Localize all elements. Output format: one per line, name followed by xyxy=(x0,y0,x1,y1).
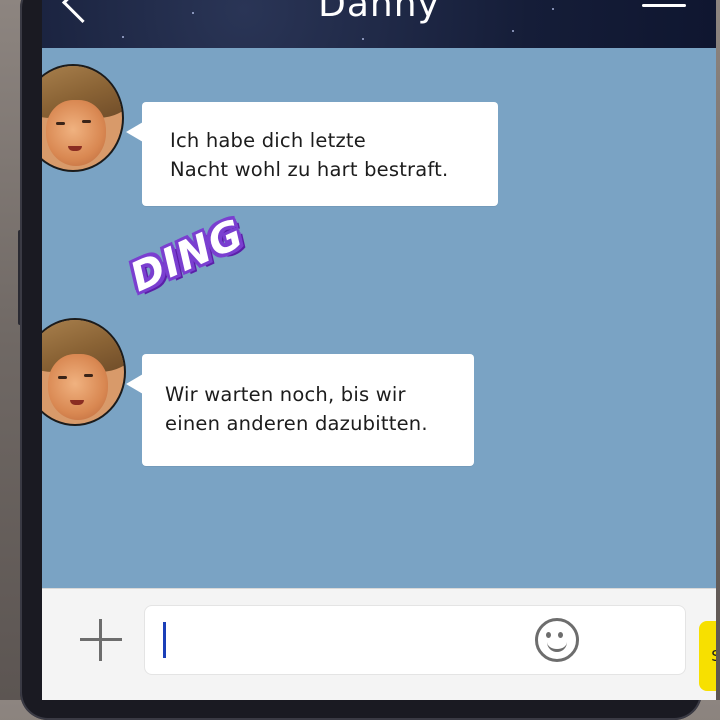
message-input-bar: SENDEN xyxy=(42,588,716,700)
star-decoration xyxy=(362,38,364,40)
avatar-eye xyxy=(56,122,65,125)
avatar-eye xyxy=(58,376,67,379)
avatar[interactable] xyxy=(42,318,126,426)
star-decoration xyxy=(122,36,124,38)
phone-screen: Danny Ich habe dich letzte Nacht wohl zu… xyxy=(42,0,716,700)
message-bubble: Ich habe dich letzte Nacht wohl zu hart … xyxy=(126,102,498,206)
message-line: Nacht wohl zu hart bestraft. xyxy=(170,158,449,181)
message-line: Wir warten noch, bis wir xyxy=(165,383,406,406)
text-caret xyxy=(163,622,166,658)
avatar-mouth xyxy=(70,400,84,405)
avatar[interactable] xyxy=(42,64,124,172)
message-line: Ich habe dich letzte xyxy=(170,129,366,152)
avatar-eye xyxy=(84,374,93,377)
chat-header: Danny xyxy=(42,0,716,48)
smiley-mouth xyxy=(547,639,567,652)
sound-effect-text: DING xyxy=(123,210,251,302)
message-line: einen anderen dazubitten. xyxy=(165,412,428,435)
message-bubble: Wir warten noch, bis wir einen anderen d… xyxy=(126,354,474,466)
avatar-mouth xyxy=(68,146,82,151)
star-decoration xyxy=(512,30,514,32)
contact-name: Danny xyxy=(318,0,440,25)
chat-messages: Ich habe dich letzte Nacht wohl zu hart … xyxy=(42,48,716,588)
smiley-icon[interactable] xyxy=(535,618,579,662)
message-input[interactable]: SENDEN xyxy=(144,605,716,691)
plus-icon[interactable] xyxy=(80,619,122,661)
hamburger-menu-icon[interactable] xyxy=(642,0,686,10)
smiley-eye xyxy=(546,632,551,638)
smiley-eye xyxy=(558,632,563,638)
send-button[interactable]: SENDEN xyxy=(699,621,716,691)
avatar-face xyxy=(48,354,108,420)
avatar-eye xyxy=(82,120,91,123)
avatar-face xyxy=(46,100,106,166)
